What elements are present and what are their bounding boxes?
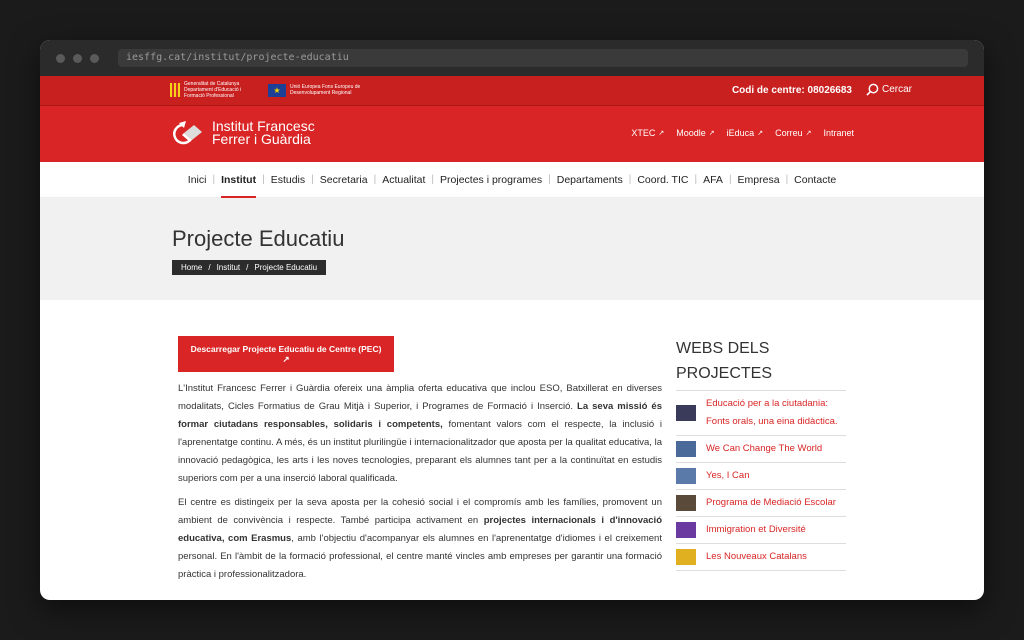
nav-item-departaments[interactable]: Departaments bbox=[551, 162, 629, 198]
window-maximize-dot[interactable] bbox=[90, 53, 99, 63]
link-correu[interactable]: Correu ↗ bbox=[775, 128, 811, 138]
project-link[interactable]: Les Nouveaux Catalans bbox=[706, 548, 807, 566]
search-label: Cercar bbox=[881, 84, 912, 95]
search-icon bbox=[866, 83, 879, 96]
external-link-icon: ↗ bbox=[658, 130, 665, 137]
search-button[interactable]: Cercar bbox=[866, 83, 912, 96]
gencat-logo[interactable]: Generalitat de Catalunya Departament d'E… bbox=[170, 81, 244, 99]
external-link-icon: ↗ bbox=[708, 130, 715, 137]
external-link-icon: ↗ bbox=[805, 130, 812, 137]
external-link-icon: ↗ bbox=[282, 354, 290, 364]
second-paragraph: El centre es distingeix per la seva apos… bbox=[178, 497, 662, 580]
breadcrumb-home[interactable]: Home bbox=[181, 263, 202, 272]
nav-item-afa[interactable]: AFA bbox=[697, 162, 729, 198]
project-link[interactable]: Educació per a la ciutadania: Fonts oral… bbox=[706, 395, 846, 431]
list-item[interactable]: Yes, I Can bbox=[676, 463, 846, 490]
header-links: XTEC ↗ Moodle ↗ iEduca ↗ Correu ↗ Intranet bbox=[619, 128, 854, 138]
browser-window: iesffg.cat/institut/projecte-educatiu Ge… bbox=[40, 40, 984, 600]
link-xtec[interactable]: XTEC ↗ bbox=[631, 128, 664, 138]
page-hero: Projecte Educatiu Home / Institut / Proj… bbox=[40, 198, 984, 300]
project-thumbnail bbox=[676, 522, 696, 538]
nav-item-projectes[interactable]: Projectes i programes bbox=[434, 162, 548, 198]
breadcrumb-institut[interactable]: Institut bbox=[217, 263, 241, 272]
link-moodle[interactable]: Moodle ↗ bbox=[676, 128, 714, 138]
page-title: Projecte Educatiu bbox=[172, 226, 345, 251]
intro-paragraph: L'Institut Francesc Ferrer i Guàrdia ofe… bbox=[178, 383, 662, 484]
page-content: Descarregar Projecte Educatiu de Centre … bbox=[40, 300, 984, 600]
breadcrumb: Home / Institut / Projecte Educatiu bbox=[172, 260, 327, 275]
breadcrumb-current: Projecte Educatiu bbox=[254, 263, 318, 272]
project-thumbnail bbox=[676, 468, 696, 484]
project-link[interactable]: Yes, I Can bbox=[706, 467, 749, 485]
top-bar: Generalitat de Catalunya Departament d'E… bbox=[40, 76, 984, 106]
site-header: Institut Francesc Ferrer i Guàrdia XTEC ↗… bbox=[40, 106, 984, 162]
list-item[interactable]: Les Nouveaux Catalans bbox=[676, 544, 846, 571]
window-minimize-dot[interactable] bbox=[73, 53, 82, 63]
nav-item-institut[interactable]: Institut bbox=[215, 162, 262, 198]
external-link-icon: ↗ bbox=[757, 130, 764, 137]
senyera-icon bbox=[170, 83, 180, 97]
list-item[interactable]: Programa de Mediació Escolar bbox=[676, 490, 846, 517]
project-link[interactable]: We Can Change The World bbox=[706, 440, 822, 458]
link-ieduca[interactable]: iEduca ↗ bbox=[727, 128, 763, 138]
nav-item-actualitat[interactable]: Actualitat bbox=[376, 162, 431, 198]
brand-name: Institut Francesc Ferrer i Guàrdia bbox=[212, 118, 315, 147]
projects-sidebar: WEBS DELS PROJECTES Educació per a la ci… bbox=[676, 336, 846, 571]
nav-item-coord-tic[interactable]: Coord. TIC bbox=[631, 162, 694, 198]
link-intranet[interactable]: Intranet bbox=[823, 128, 854, 138]
eu-flag-icon: ★ bbox=[268, 83, 286, 97]
school-logo-icon bbox=[173, 121, 202, 145]
eu-logo[interactable]: ★ Unió Europea Fons Europeu de Desenvolu… bbox=[268, 83, 380, 97]
nav-item-inici[interactable]: Inici bbox=[182, 162, 213, 198]
project-thumbnail bbox=[676, 495, 696, 511]
institution-logos: Generalitat de Catalunya Departament d'E… bbox=[170, 81, 380, 99]
school-code: Codi de centre: 08026683 bbox=[731, 85, 852, 96]
projects-list: Educació per a la ciutadania: Fonts oral… bbox=[676, 390, 846, 571]
sidebar-title: WEBS DELS PROJECTES bbox=[676, 340, 773, 382]
list-item[interactable]: We Can Change The World bbox=[676, 436, 846, 463]
project-thumbnail bbox=[676, 549, 696, 565]
nav-item-contacte[interactable]: Contacte bbox=[788, 162, 842, 198]
window-close-dot[interactable] bbox=[56, 53, 65, 63]
browser-titlebar: iesffg.cat/institut/projecte-educatiu bbox=[40, 40, 984, 76]
project-thumbnail bbox=[676, 441, 696, 457]
main-nav: Inici | Institut | Estudis | Secretaria | Ac… bbox=[40, 162, 984, 198]
nav-item-estudis[interactable]: Estudis bbox=[265, 162, 311, 198]
project-link[interactable]: Immigration et Diversité bbox=[706, 521, 806, 539]
main-column: Descarregar Projecte Educatiu de Centre … bbox=[178, 336, 662, 584]
project-thumbnail bbox=[676, 405, 696, 421]
project-link[interactable]: Programa de Mediació Escolar bbox=[706, 494, 836, 512]
nav-item-secretaria[interactable]: Secretaria bbox=[314, 162, 374, 198]
download-pec-button[interactable]: Descarregar Projecte Educatiu de Centre … bbox=[178, 336, 394, 372]
list-item[interactable]: Immigration et Diversité bbox=[676, 517, 846, 544]
list-item[interactable]: Educació per a la ciutadania: Fonts oral… bbox=[676, 391, 846, 436]
nav-item-empresa[interactable]: Empresa bbox=[732, 162, 786, 198]
site-brand[interactable]: Institut Francesc Ferrer i Guàrdia bbox=[170, 118, 315, 147]
address-bar[interactable]: iesffg.cat/institut/projecte-educatiu bbox=[118, 49, 968, 67]
